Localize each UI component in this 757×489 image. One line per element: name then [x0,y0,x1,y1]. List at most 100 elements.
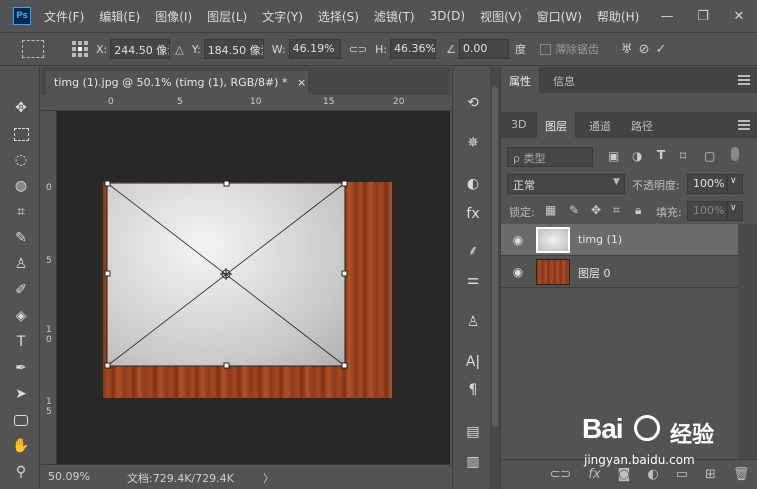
path-select-tool-icon[interactable]: ➤ [10,383,32,405]
warp-icon[interactable]: ♅ [621,42,633,57]
angle-unit: 度 [514,43,526,56]
hand-tool-icon[interactable]: ✋ [10,435,32,457]
close-button[interactable]: ✕ [721,9,757,24]
layer-row-timg[interactable]: ◉ timg (1) [501,224,738,256]
ruler-top-label: 0 [108,97,114,107]
menu-layer[interactable]: 图层(L) [207,8,247,25]
filter-shape-icon[interactable]: ⌑ [680,149,686,163]
filter-pixel-icon[interactable]: ▣ [608,149,619,163]
menu-3d[interactable]: 3D(D) [430,9,465,23]
commit-transform-icon[interactable]: ✓ [656,42,667,57]
watermark-brand: Bai [582,413,624,444]
stamp-tool-icon[interactable]: ♙ [10,253,32,275]
tab-layers[interactable]: 图层 [537,112,575,138]
x-input[interactable]: 244.50 像素 [110,39,171,59]
tab-3d[interactable]: 3D [503,112,534,138]
width-input[interactable]: 46.19% [288,39,341,59]
filter-smart-icon[interactable]: ▢ [704,149,715,163]
opacity-input[interactable]: 100% [687,174,727,194]
clone-source-icon[interactable]: ♙ [462,311,484,333]
close-tab-icon[interactable]: × [297,76,306,89]
link-layers-icon[interactable]: ⊂⊃ [550,467,572,482]
scroll-thumb[interactable] [492,87,498,427]
y-input[interactable]: 184.50 像素 [203,39,264,59]
text-tool-icon[interactable]: T [10,331,32,353]
reference-point-icon[interactable] [72,41,88,57]
brush-settings-icon[interactable]: ⚌ [462,269,484,291]
tab-properties[interactable]: 属性 [501,67,539,93]
layers-panel-menu-icon[interactable] [738,120,750,130]
visibility-eye-icon[interactable]: ◉ [511,233,525,247]
color-wheel-icon[interactable]: ✵ [462,132,484,154]
fill-dropdown-icon[interactable]: ∨ [727,201,743,221]
move-tool-icon[interactable]: ✥ [10,97,32,119]
notes-panel-icon[interactable]: ▤ [462,421,484,443]
restore-button[interactable]: ❐ [685,9,721,24]
crop-tool-icon[interactable]: ⌗ [10,201,32,223]
vertical-ruler: 0 5 1 0 1 5 [41,111,57,464]
lock-all-icon[interactable]: 🔒︎ [635,203,641,218]
lock-artboard-icon[interactable]: ⌗ [613,203,620,218]
blend-mode-select[interactable]: 正常 [507,174,625,194]
eraser-tool-icon[interactable]: ◈ [10,305,32,327]
zoom-level[interactable]: 50.09% [48,470,90,483]
delta-icon[interactable]: △ [175,43,183,56]
character-panel-icon[interactable]: A| [462,351,484,373]
height-input[interactable]: 46.36% [390,39,437,59]
brushes-panel-icon[interactable]: ⸙ [462,239,484,261]
collapsed-panel-dock: ⟲ ✵ ◐ fx ⸙ ⚌ ♙ A| ¶ ▤ ▥ [452,67,490,489]
menu-edit[interactable]: 编辑(E) [99,8,140,25]
lock-move-icon[interactable]: ✥ [591,203,601,217]
menu-image[interactable]: 图像(I) [155,8,192,25]
status-menu-arrow[interactable]: 〉 [263,470,274,486]
layer-filter-select[interactable]: ρ 类型 [507,147,593,167]
fill-label: 填充: [656,206,682,219]
adjustments-icon[interactable]: ◐ [462,173,484,195]
panel-menu-icon[interactable] [738,75,750,85]
lock-paint-icon[interactable]: ✎ [569,203,579,217]
info-panel-icon[interactable]: ▥ [462,451,484,473]
shape-tool-icon[interactable] [10,409,32,431]
paragraph-panel-icon[interactable]: ¶ [462,379,484,401]
minimize-button[interactable]: — [649,9,685,24]
angle-input[interactable]: 0.00 [458,39,509,59]
menu-type[interactable]: 文字(Y) [262,8,303,25]
document-tab[interactable]: timg (1).jpg @ 50.1% (timg (1), RGB/8#) … [46,71,308,95]
transform-tool-icon[interactable] [22,40,44,58]
ruler-top-label: 20 [393,97,405,107]
menu-filter[interactable]: 滤镜(T) [374,8,415,25]
history-brush-icon[interactable]: ✐ [10,279,32,301]
menu-help[interactable]: 帮助(H) [597,8,639,25]
ruler-left-label: 0 [46,183,52,193]
fill-input[interactable]: 100% [687,201,727,221]
history-panel-icon[interactable]: ⟲ [462,92,484,114]
layer-row-layer0[interactable]: ◉ 图层 0 [501,256,738,288]
options-bar: X: 244.50 像素 △ Y: 184.50 像素 W: 46.19% ⊂⊃… [0,32,757,66]
opacity-dropdown-icon[interactable]: ∨ [727,174,743,194]
tab-paths[interactable]: 路径 [623,112,661,138]
antialias-checkbox[interactable] [539,43,551,55]
styles-fx-icon[interactable]: fx [462,203,484,225]
zoom-tool-icon[interactable]: ⚲ [10,461,32,483]
link-icon[interactable]: ⊂⊃ [349,43,367,56]
lock-transparent-icon[interactable]: ▦ [545,203,556,217]
visibility-eye-icon[interactable]: ◉ [511,265,525,279]
opacity-label: 不透明度: [632,179,680,192]
menu-window[interactable]: 窗口(W) [537,8,582,25]
menu-view[interactable]: 视图(V) [480,8,522,25]
menu-file[interactable]: 文件(F) [44,8,84,25]
tab-channels[interactable]: 通道 [581,112,619,138]
filter-type-icon[interactable]: T [657,148,665,162]
pen-tool-icon[interactable]: ✒ [10,357,32,379]
free-transform-box[interactable] [103,178,353,373]
brush-tool-icon[interactable]: ✎ [10,227,32,249]
filter-adjust-icon[interactable]: ◑ [632,149,642,163]
filter-toggle[interactable] [731,147,739,161]
dock-scrollbar[interactable] [490,67,500,489]
cancel-transform-icon[interactable]: ⊘ [639,42,650,57]
marquee-tool-icon[interactable] [10,123,32,145]
menu-select[interactable]: 选择(S) [318,8,359,25]
lasso-tool-icon[interactable]: ◌ [10,149,32,171]
quick-select-tool-icon[interactable]: ◍ [10,175,32,197]
tab-info[interactable]: 信息 [545,67,583,93]
